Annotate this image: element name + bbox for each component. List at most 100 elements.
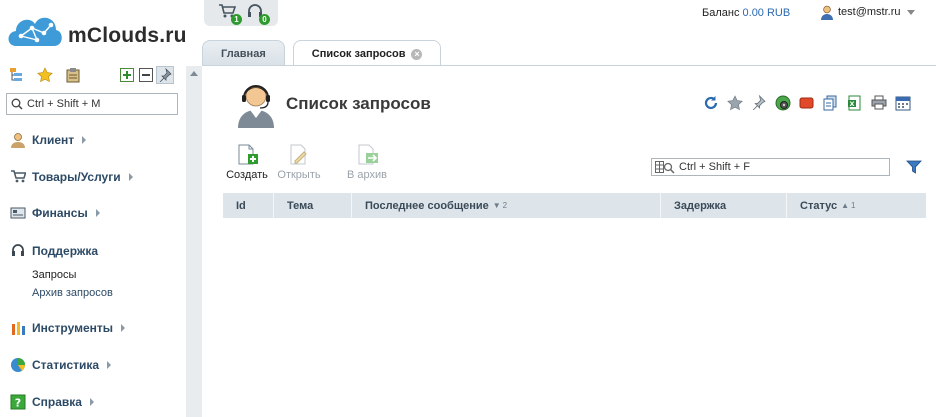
star-icon: [726, 94, 743, 110]
user-menu[interactable]: test@mstr.ru: [820, 3, 915, 21]
sidebar-item-label: Справка: [32, 395, 82, 409]
chevron-right-icon: [121, 324, 126, 332]
grid-search-placeholder: Ctrl + Shift + F: [679, 161, 750, 173]
pin-sidebar-button[interactable]: [156, 66, 174, 84]
create-button[interactable]: Создать: [224, 144, 270, 181]
sort-order: 1: [851, 201, 856, 210]
sidebar-item-label: Поддержка: [32, 243, 99, 258]
sidebar-item-label: Финансы: [32, 206, 88, 220]
chevron-right-icon: [107, 361, 112, 369]
quick-panel: 1 0: [204, 0, 278, 26]
minus-box-icon: [139, 68, 153, 82]
sidebar-item-stats[interactable]: Статистика: [10, 357, 112, 373]
cart-icon: [11, 170, 26, 183]
support-quick-button[interactable]: 0: [246, 3, 270, 25]
balance-label: Баланс: [702, 7, 740, 19]
sidebar-item-label: Статистика: [32, 358, 100, 372]
column-label: Последнее сообщение: [365, 199, 489, 212]
sidebar-subitem-archive[interactable]: Архив запросов: [32, 287, 113, 299]
excel-icon: X: [848, 95, 861, 110]
tab-home[interactable]: Главная: [202, 40, 285, 66]
sidebar-item-help[interactable]: ? Справка: [10, 394, 94, 410]
open-label: Открыть: [277, 169, 321, 181]
cart-quick-button[interactable]: 1: [218, 3, 242, 25]
column-label: Статус: [800, 199, 838, 212]
tree-view-button[interactable]: [8, 66, 26, 84]
copy-icon: [823, 95, 837, 110]
grid-search-icon: [655, 160, 675, 174]
favorite-button[interactable]: [726, 94, 743, 111]
open-button[interactable]: Открыть: [276, 144, 322, 181]
grid-header: Id Тема Последнее сообщение ▼ 2 Задержка …: [223, 193, 926, 218]
svg-text:X: X: [849, 100, 854, 108]
filter-icon: [906, 160, 922, 174]
sidebar-search-input[interactable]: Ctrl + Shift + M: [6, 93, 178, 115]
expand-all-button[interactable]: [118, 66, 136, 84]
record-button[interactable]: [798, 94, 815, 111]
settings-button[interactable]: [774, 94, 791, 111]
print-button[interactable]: [870, 94, 887, 111]
sidebar-item-tools[interactable]: Инструменты: [10, 320, 126, 336]
copy-button[interactable]: [822, 94, 839, 111]
main-panel: Список запросов X Создать Открыть В архи…: [202, 66, 936, 417]
stats-icon: [11, 358, 25, 372]
top-bar: mClouds.ru 1 0 Баланс 0.00 RUB test@mstr…: [0, 0, 936, 62]
tab-bar: Главная Список запросов ×: [202, 40, 442, 67]
column-delay[interactable]: Задержка: [661, 193, 787, 218]
grid-search-input[interactable]: Ctrl + Shift + F: [651, 158, 890, 176]
refresh-icon: [704, 95, 717, 109]
archive-button[interactable]: В архив: [344, 144, 390, 181]
clipboard-button[interactable]: [64, 66, 82, 84]
sidebar-scrollbar[interactable]: [186, 66, 202, 417]
client-icon: [11, 133, 25, 148]
pin-icon: [752, 95, 766, 110]
refresh-button[interactable]: [702, 94, 719, 111]
column-last-message[interactable]: Последнее сообщение ▼ 2: [352, 193, 661, 218]
cart-count-badge: 1: [231, 14, 242, 25]
archive-icon: [358, 144, 378, 165]
sidebar-item-client[interactable]: Клиент: [10, 132, 87, 148]
new-document-icon: [238, 144, 258, 165]
tab-requests[interactable]: Список запросов ×: [292, 40, 442, 67]
column-label: Id: [236, 199, 246, 212]
help-icon: ?: [10, 394, 26, 410]
sidebar-item-label: Товары/Услуги: [32, 169, 121, 184]
pin-icon: [159, 68, 172, 82]
support-count-badge: 0: [259, 14, 270, 25]
balance-value[interactable]: 0.00 RUB: [743, 7, 791, 19]
cloud-logo-icon: [8, 17, 62, 46]
sidebar-toolbar: [8, 66, 183, 86]
calendar-button[interactable]: [894, 94, 911, 111]
logo[interactable]: mClouds.ru: [4, 6, 194, 52]
scroll-up-icon[interactable]: [190, 71, 198, 76]
filter-button[interactable]: [906, 159, 922, 175]
star-icon: [37, 67, 53, 83]
pin-button[interactable]: [750, 94, 767, 111]
logo-text: mClouds.ru: [68, 24, 187, 47]
close-icon[interactable]: ×: [411, 48, 423, 60]
sidebar-search-placeholder: Ctrl + Shift + M: [27, 98, 101, 110]
sidebar-subitem-requests[interactable]: Запросы: [32, 269, 76, 281]
sidebar-item-finance[interactable]: Финансы: [10, 206, 100, 220]
chevron-right-icon: [95, 209, 100, 217]
favorites-button[interactable]: [36, 66, 54, 84]
chevron-down-icon: [906, 9, 915, 15]
print-icon: [871, 95, 886, 110]
column-subject[interactable]: Тема: [274, 193, 352, 218]
finance-icon: [10, 207, 26, 219]
archive-label: В архив: [347, 169, 387, 181]
headset-icon: [12, 244, 24, 256]
user-icon: [821, 5, 833, 20]
calendar-icon: [895, 96, 910, 110]
column-id[interactable]: Id: [223, 193, 274, 218]
sidebar-item-label: Инструменты: [32, 321, 114, 335]
sort-asc-icon: ▲ 1: [841, 201, 856, 210]
export-excel-button[interactable]: X: [846, 94, 863, 111]
sidebar-item-goods[interactable]: Товары/Услуги: [10, 169, 133, 184]
tab-label: Список запросов: [311, 48, 406, 60]
sort-order: 2: [502, 201, 508, 210]
column-status[interactable]: Статус ▲ 1: [787, 193, 926, 218]
sidebar-item-support[interactable]: Поддержка: [10, 243, 98, 258]
collapse-all-button[interactable]: [137, 66, 155, 84]
sidebar-item-label: Клиент: [32, 133, 75, 147]
